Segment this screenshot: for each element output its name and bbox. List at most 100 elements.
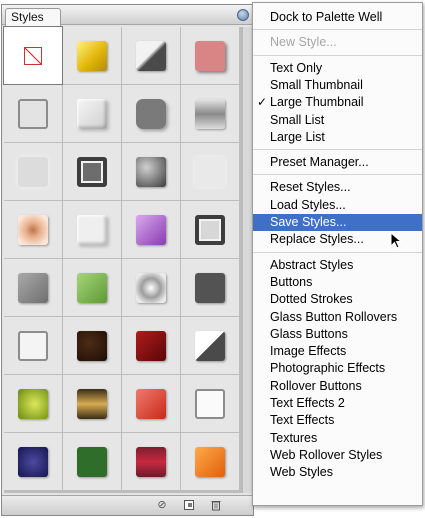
- style-swatch-glow-dot-style[interactable]: [122, 259, 180, 316]
- menu-item-label: Reset Styles...: [270, 180, 351, 195]
- menu-item-label: Buttons: [270, 274, 313, 289]
- style-swatch-outline-gray-style[interactable]: [4, 85, 62, 142]
- style-swatch-crimson-style[interactable]: [122, 317, 180, 374]
- menu-item-label: Glass Buttons: [270, 326, 348, 341]
- swatch-preview: [195, 446, 225, 477]
- swatch-preview: [18, 156, 48, 187]
- menu-dotted-strokes[interactable]: Dotted Strokes: [253, 291, 422, 308]
- menu-save-styles[interactable]: Save Styles...: [253, 214, 422, 231]
- style-swatch-white-plain-style[interactable]: [4, 317, 62, 374]
- menu-glass-buttons[interactable]: Glass Buttons: [253, 326, 422, 343]
- menu-text-effects-2[interactable]: Text Effects 2: [253, 395, 422, 412]
- swatch-preview: [136, 272, 166, 303]
- swatch-preview: [77, 446, 107, 477]
- style-swatch-gray-frame-style[interactable]: [181, 201, 239, 258]
- swatch-preview: [195, 40, 225, 71]
- style-swatch-red-stripe-style[interactable]: [122, 433, 180, 490]
- swatch-preview: [77, 272, 107, 303]
- style-swatch-default-none-style[interactable]: [3, 26, 63, 85]
- style-swatch-metal-stripe-style[interactable]: [181, 85, 239, 142]
- swatch-preview: [77, 156, 107, 187]
- style-swatch-purple-bevel-style[interactable]: [122, 201, 180, 258]
- style-swatch-dark-rounded-style[interactable]: [122, 85, 180, 142]
- menu-photographic-effects[interactable]: Photographic Effects: [253, 360, 422, 377]
- menu-item-label: Large Thumbnail: [270, 95, 364, 110]
- swatch-preview: [195, 214, 225, 245]
- palette-titlebar: Styles: [2, 5, 253, 26]
- menu-item-label: Dock to Palette Well: [270, 10, 383, 24]
- menu-item-label: Text Effects 2: [270, 396, 345, 410]
- menu-item-label: Load Styles...: [270, 197, 346, 212]
- menu-web-styles[interactable]: Web Styles: [253, 464, 422, 481]
- menu-item-label: Photographic Effects: [270, 361, 386, 376]
- menu-item-label: Save Styles...: [270, 215, 347, 229]
- style-swatch-dark-brown-style[interactable]: [63, 317, 121, 374]
- menu-reset-styles[interactable]: Reset Styles...: [253, 179, 422, 196]
- swatch-preview: [18, 388, 48, 419]
- swatch-preview: [77, 330, 107, 361]
- style-swatch-white-frame-style[interactable]: [181, 375, 239, 432]
- menu-image-effects[interactable]: Image Effects: [253, 343, 422, 360]
- menu-rollover-buttons[interactable]: Rollover Buttons: [253, 378, 422, 395]
- style-swatch-textured-stone-style[interactable]: [122, 143, 180, 200]
- style-swatch-inset-white-style[interactable]: [63, 201, 121, 258]
- style-swatch-peach-dot-style[interactable]: [4, 201, 62, 258]
- style-swatch-red-marble-style[interactable]: [122, 375, 180, 432]
- menu-load-styles[interactable]: Load Styles...: [253, 197, 422, 214]
- trash-icon[interactable]: [209, 499, 223, 512]
- menu-separator: [253, 54, 422, 56]
- style-swatch-pink-shadow-style[interactable]: [181, 27, 239, 84]
- menu-item-label: Web Rollover Styles: [270, 447, 383, 462]
- style-swatch-dark-frame-style[interactable]: [63, 143, 121, 200]
- menu-small-list[interactable]: Small List: [253, 112, 422, 129]
- clear-style-icon[interactable]: ⊘: [155, 499, 169, 512]
- swatch-preview: [18, 272, 48, 303]
- style-swatch-navy-texture-style[interactable]: [4, 433, 62, 490]
- swatch-preview: [195, 98, 225, 129]
- style-swatch-bronze-style[interactable]: [63, 375, 121, 432]
- menu-dock-to-palette-well[interactable]: Dock to Palette Well: [253, 9, 422, 26]
- swatch-preview: [136, 156, 166, 187]
- menu-item-label: Small List: [270, 112, 325, 127]
- menu-abstract-styles[interactable]: Abstract Styles: [253, 257, 422, 274]
- menu-preset-manager[interactable]: Preset Manager...: [253, 154, 422, 171]
- palette-menu-button[interactable]: [237, 9, 249, 21]
- menu-separator: [253, 174, 422, 176]
- menu-large-thumbnail[interactable]: ✓ Large Thumbnail: [253, 94, 422, 111]
- menu-item-label: Text Effects: [270, 413, 335, 428]
- menu-buttons[interactable]: Buttons: [253, 274, 422, 291]
- styles-palette: Styles ⊘: [1, 4, 254, 516]
- menu-large-list[interactable]: Large List: [253, 129, 422, 146]
- new-style-icon[interactable]: [182, 499, 196, 512]
- swatch-preview: [77, 388, 107, 419]
- style-swatch-chrome-diagonal-style[interactable]: [122, 27, 180, 84]
- menu-web-rollover-styles[interactable]: Web Rollover Styles: [253, 447, 422, 464]
- style-swatch-blank-glow-style[interactable]: [181, 143, 239, 200]
- style-swatch-soft-bevel-style[interactable]: [63, 85, 121, 142]
- swatch-preview: [136, 388, 166, 419]
- menu-textures[interactable]: Textures: [253, 430, 422, 447]
- style-swatch-gold-bevel-style[interactable]: [63, 27, 121, 84]
- style-swatch-white-dark-diagonal-style[interactable]: [181, 317, 239, 374]
- menu-item-label: Text Only: [270, 60, 323, 75]
- swatch-preview: [195, 272, 225, 303]
- arrow-cursor-icon: [390, 232, 403, 249]
- tab-styles[interactable]: Styles: [5, 8, 61, 26]
- style-swatch-charcoal-style[interactable]: [181, 259, 239, 316]
- menu-text-effects[interactable]: Text Effects: [253, 412, 422, 429]
- swatch-preview: [24, 46, 42, 65]
- style-swatch-forest-green-style[interactable]: [63, 433, 121, 490]
- style-swatch-faint-gray-style[interactable]: [4, 143, 62, 200]
- swatch-preview: [136, 330, 166, 361]
- menu-text-only[interactable]: Text Only: [253, 60, 422, 77]
- style-swatch-orange-style[interactable]: [181, 433, 239, 490]
- menu-item-label: Rollover Buttons: [270, 378, 362, 393]
- palette-flyout-menu: Dock to Palette Well New Style... Text Onl…: [252, 2, 423, 506]
- menu-small-thumbnail[interactable]: Small Thumbnail: [253, 77, 422, 94]
- style-swatch-yellow-green-style[interactable]: [4, 375, 62, 432]
- menu-item-label: Preset Manager...: [270, 155, 369, 170]
- menu-glass-button-rollovers[interactable]: Glass Button Rollovers: [253, 309, 422, 326]
- style-swatch-green-bevel-style[interactable]: [63, 259, 121, 316]
- vertical-scrollbar[interactable]: [242, 27, 252, 493]
- style-swatch-gray-noise-style[interactable]: [4, 259, 62, 316]
